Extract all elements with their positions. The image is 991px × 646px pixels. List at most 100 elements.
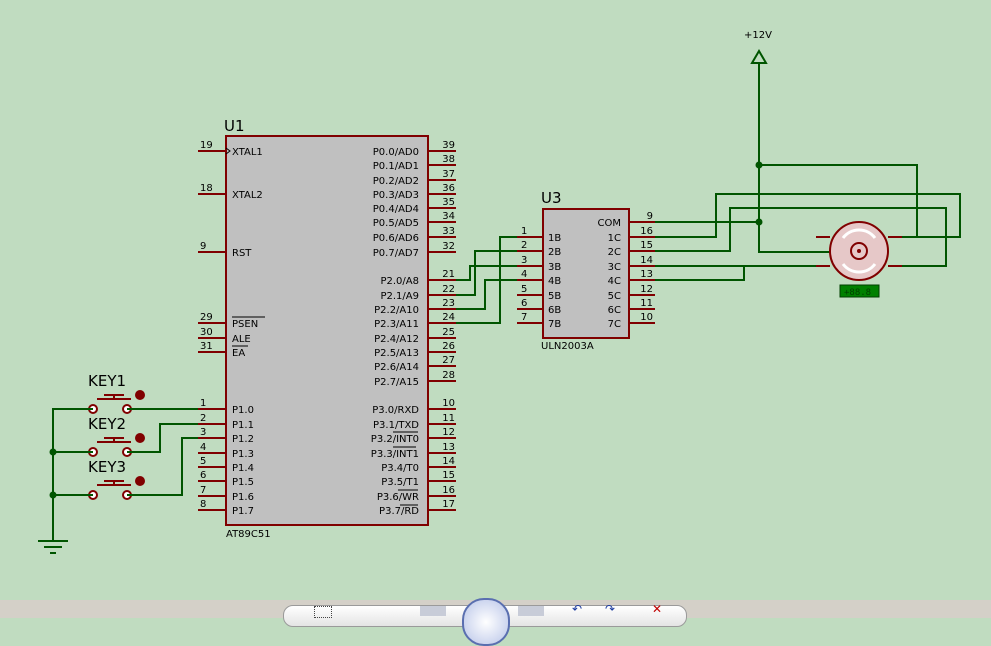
mcu-right-pin-name: P3.5/T1 bbox=[381, 477, 419, 488]
junction-com bbox=[755, 218, 763, 226]
wire-p21-2b bbox=[456, 250, 517, 296]
wire-motor-upper-right bbox=[759, 164, 918, 238]
step-back-button[interactable] bbox=[420, 606, 446, 616]
mcu-right-pin-number: 23 bbox=[442, 298, 455, 309]
mcu-right-pin-name: P0.2/AD2 bbox=[373, 176, 419, 187]
zoom-icon[interactable] bbox=[314, 606, 332, 618]
driver-right-pin-number: 9 bbox=[647, 211, 653, 222]
play-button[interactable] bbox=[462, 598, 510, 646]
driver-right-pin-name: 7C bbox=[608, 319, 621, 330]
driver-right-pin-number: 16 bbox=[640, 226, 653, 237]
fit-view-icon[interactable] bbox=[370, 606, 386, 616]
mcu-left-pin-number: 8 bbox=[200, 499, 206, 510]
key-press-indicator-icon[interactable] bbox=[135, 433, 145, 443]
mcu-part-label: AT89C51 bbox=[226, 529, 271, 540]
driver-right-pin-name: 2C bbox=[608, 247, 621, 258]
mcu-right-pin-name: P0.6/AD6 bbox=[373, 233, 419, 244]
wire-p20-3b bbox=[456, 265, 517, 281]
stepper-motor[interactable]: +88.8 bbox=[816, 221, 902, 298]
mcu-right-pin-name: P0.0/AD0 bbox=[373, 147, 419, 158]
mcu-right-pin-name: P0.1/AD1 bbox=[373, 161, 419, 172]
driver-left-pin-number: 3 bbox=[521, 255, 527, 266]
mcu-left-pin-number: 3 bbox=[200, 427, 206, 438]
mcu-right-pin-number: 12 bbox=[442, 427, 455, 438]
driver-right-pin-number: 14 bbox=[640, 255, 653, 266]
mcu-right-pin-number: 26 bbox=[442, 341, 455, 352]
key-1-pushbutton[interactable]: KEY1 bbox=[88, 372, 145, 414]
junction-12v-top bbox=[755, 161, 763, 169]
driver-right-pin-number: 12 bbox=[640, 284, 653, 295]
mcu-right-pin-name: P3.6/WR bbox=[377, 492, 419, 503]
mcu-right-pin-number: 34 bbox=[442, 211, 455, 222]
driver-left-pin-name: 1B bbox=[548, 233, 561, 244]
driver-left-pin-number: 7 bbox=[521, 312, 527, 323]
key-2-pushbutton[interactable]: KEY2 bbox=[88, 415, 145, 457]
mcu-left-pin-number: 2 bbox=[200, 413, 206, 424]
mcu-right-pin-number: 24 bbox=[442, 312, 455, 323]
simulation-toolbar: ↶ ↷ ✕ bbox=[0, 598, 991, 646]
mcu-left-pin-name: PSEN bbox=[232, 319, 258, 330]
redo-icon[interactable]: ↷ bbox=[605, 602, 621, 616]
mcu-right-pin-name: P2.4/A12 bbox=[374, 334, 419, 345]
wire-key3-p12 bbox=[127, 437, 198, 496]
mcu-left-pin-name: RST bbox=[232, 248, 252, 259]
mcu-left-pin-name: P1.3 bbox=[232, 449, 254, 460]
delete-icon[interactable]: ✕ bbox=[652, 602, 668, 616]
driver-left-pin-name: 5B bbox=[548, 291, 561, 302]
driver-left-pin-name: 7B bbox=[548, 319, 561, 330]
mcu-left-pin-number: 19 bbox=[200, 140, 213, 151]
key-3-pushbutton[interactable]: KEY3 bbox=[88, 458, 145, 500]
mcu-left-pin-number: 5 bbox=[200, 456, 206, 467]
driver-right-pin-name: 3C bbox=[608, 262, 621, 273]
wires-driver-to-motor bbox=[655, 63, 961, 281]
driver-part-label: ULN2003A bbox=[541, 341, 594, 352]
mcu-left-pin-number: 6 bbox=[200, 470, 206, 481]
driver-u3[interactable]: U3 ULN2003A 1 1B 2 2B 3 3B 4 4B 5 5B 6 6B 7 7B 9 COM 16… bbox=[517, 189, 655, 352]
mcu-right-pin-number: 32 bbox=[442, 241, 455, 252]
driver-left-pin-name: 3B bbox=[548, 262, 561, 273]
mcu-left-pin-number: 1 bbox=[200, 398, 206, 409]
driver-right-pin-number: 10 bbox=[640, 312, 653, 323]
mcu-left-pin-name: EA bbox=[232, 348, 245, 359]
key-press-indicator-icon[interactable] bbox=[135, 390, 145, 400]
driver-left-pin-number: 2 bbox=[521, 240, 527, 251]
mcu-left-pin-name: P1.6 bbox=[232, 492, 254, 503]
mcu-left-pin-number: 9 bbox=[200, 241, 206, 252]
driver-right-pin-number: 11 bbox=[640, 298, 653, 309]
mcu-left-pin-number: 30 bbox=[200, 327, 213, 338]
mcu-right-pin-name: P2.6/A14 bbox=[374, 362, 419, 373]
mcu-left-pin-name: XTAL2 bbox=[232, 190, 263, 201]
mcu-left-pin-name: P1.7 bbox=[232, 506, 254, 517]
keys-group: KEY1 KEY2 KEY3 bbox=[88, 372, 145, 500]
mcu-left-pin-number: 7 bbox=[200, 485, 206, 496]
mcu-left-pin-number: 29 bbox=[200, 312, 213, 323]
key-label: KEY1 bbox=[88, 372, 126, 390]
driver-ref-label: U3 bbox=[541, 189, 562, 207]
step-forward-button[interactable] bbox=[518, 606, 544, 616]
mcu-right-pin-name: P2.3/A11 bbox=[374, 319, 419, 330]
wire-4c bbox=[655, 265, 830, 281]
power-label: +12V bbox=[744, 30, 772, 41]
driver-left-pin-number: 1 bbox=[521, 226, 527, 237]
mcu-right-pin-name: P0.4/AD4 bbox=[373, 204, 419, 215]
mcu-right-pin-number: 27 bbox=[442, 355, 455, 366]
wire-ground-bus bbox=[52, 408, 93, 541]
mcu-right-pin-number: 35 bbox=[442, 197, 455, 208]
driver-right-pin-number: 15 bbox=[640, 240, 653, 251]
key-press-indicator-icon[interactable] bbox=[135, 476, 145, 486]
mcu-right-pin-number: 25 bbox=[442, 327, 455, 338]
driver-left-pin-name: 4B bbox=[548, 276, 561, 287]
mcu-u1[interactable]: U1 AT89C51 19XTAL118XTAL29RST29PSEN30ALE… bbox=[198, 117, 456, 540]
mcu-right-pin-name: P0.3/AD3 bbox=[373, 190, 419, 201]
motor-angle-label: +88.8 bbox=[844, 288, 871, 298]
mcu-left-pin-name: P1.1 bbox=[232, 420, 254, 431]
mcu-left-pin-number: 18 bbox=[200, 183, 213, 194]
schematic-canvas[interactable]: U1 AT89C51 19XTAL118XTAL29RST29PSEN30ALE… bbox=[0, 0, 991, 600]
key-label: KEY3 bbox=[88, 458, 126, 476]
undo-icon[interactable]: ↶ bbox=[572, 602, 588, 616]
mcu-right-pin-name: P2.0/A8 bbox=[380, 276, 419, 287]
mcu-right-pin-number: 28 bbox=[442, 370, 455, 381]
power-terminal-12v[interactable]: +12V bbox=[744, 30, 772, 64]
mcu-right-pin-name: P3.0/RXD bbox=[372, 405, 419, 416]
mcu-right-pin-number: 38 bbox=[442, 154, 455, 165]
